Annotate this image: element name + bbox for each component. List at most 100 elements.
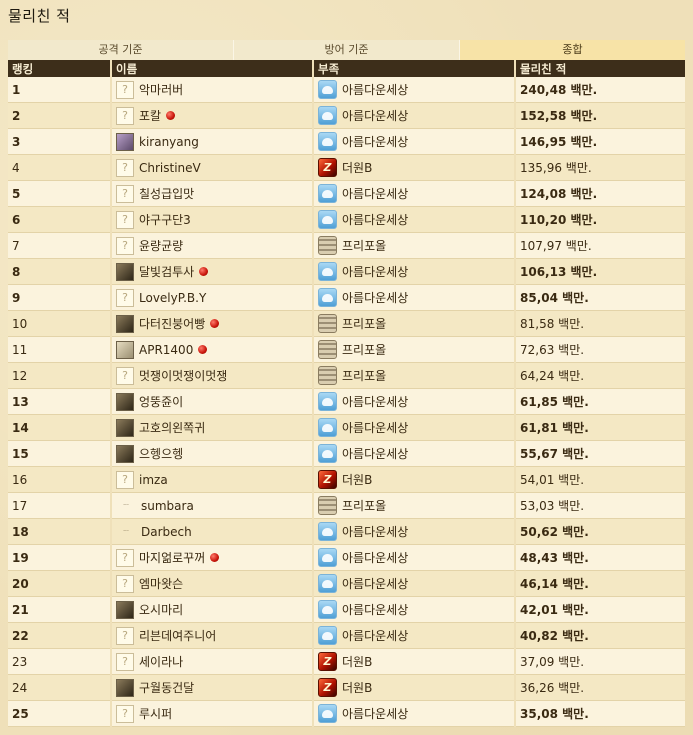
player-name-link[interactable]: 멋쟁이멋쟁이멋쟁 — [139, 367, 227, 384]
avatar[interactable] — [116, 262, 134, 281]
player-name-link[interactable]: 칠성급입맛 — [139, 185, 194, 202]
column-header-name[interactable]: 이름 — [111, 60, 314, 77]
faction-name-link[interactable]: 아름다운세상 — [342, 289, 408, 306]
faction-name-link[interactable]: 아름다운세상 — [342, 393, 408, 410]
table-row[interactable]: 25 ? 루시퍼 아름다운세상 35,08 백만. — [8, 700, 685, 727]
question-mark-icon[interactable]: ? — [116, 288, 134, 307]
question-mark-icon[interactable]: ? — [116, 470, 134, 489]
player-name-link[interactable]: Darbech — [141, 525, 192, 539]
table-row[interactable]: 17 ··· sumbara 프리포올 53,03 백만. — [8, 492, 685, 519]
table-row[interactable]: 22 ? 리븐데여주니어 아름다운세상 40,82 백만. — [8, 622, 685, 649]
faction-name-link[interactable]: 아름다운세상 — [342, 445, 408, 462]
tab-overall[interactable]: 종합 — [460, 40, 685, 60]
player-name-link[interactable]: 마지얾로꾸꺼 — [139, 549, 205, 566]
question-mark-icon[interactable]: ? — [116, 548, 134, 567]
player-name-link[interactable]: 엠마왓슨 — [139, 575, 183, 592]
player-name-link[interactable]: 포칼 — [139, 107, 161, 124]
table-row[interactable]: 18 ··· Darbech 아름다운세상 50,62 백만. — [8, 518, 685, 545]
faction-name-link[interactable]: 프리포올 — [342, 367, 386, 384]
avatar[interactable] — [116, 340, 134, 359]
player-name-link[interactable]: 오시마리 — [139, 601, 183, 618]
player-name-link[interactable]: APR1400 — [139, 343, 193, 357]
table-row[interactable]: 6 ? 야구구단3 아름다운세상 110,20 백만. — [8, 206, 685, 233]
question-mark-icon[interactable]: ? — [116, 366, 134, 385]
faction-name-link[interactable]: 프리포올 — [342, 315, 386, 332]
faction-name-link[interactable]: 아름다운세상 — [342, 575, 408, 592]
column-header-faction[interactable]: 부족 — [313, 60, 516, 77]
faction-name-link[interactable]: 아름다운세상 — [342, 627, 408, 644]
table-row[interactable]: 16 ? imza 더원B 54,01 백만. — [8, 466, 685, 493]
table-row[interactable]: 2 ? 포칼 아름다운세상 152,58 백만. — [8, 102, 685, 129]
question-mark-icon[interactable]: ? — [116, 236, 134, 255]
player-name-link[interactable]: 윤량균량 — [139, 237, 183, 254]
table-row[interactable]: 15 으헹으헹 아름다운세상 55,67 백만. — [8, 440, 685, 467]
avatar[interactable] — [116, 418, 134, 437]
avatar[interactable] — [116, 314, 134, 333]
table-row[interactable]: 4 ? ChristineV 더원B 135,96 백만. — [8, 154, 685, 181]
tab-attack[interactable]: 공격 기준 — [8, 40, 234, 60]
question-mark-icon[interactable]: ? — [116, 652, 134, 671]
player-name-link[interactable]: 달빛검투사 — [139, 263, 194, 280]
faction-name-link[interactable]: 더원B — [342, 471, 372, 488]
player-name-link[interactable]: 루시퍼 — [139, 705, 172, 722]
player-name-link[interactable]: 악마러버 — [139, 81, 183, 98]
table-row[interactable]: 19 ? 마지얾로꾸꺼 아름다운세상 48,43 백만. — [8, 544, 685, 571]
table-row[interactable]: 24 구월동건달 더원B 36,26 백만. — [8, 674, 685, 701]
player-name-link[interactable]: 엉뚱쥰이 — [139, 393, 183, 410]
table-row[interactable]: 21 오시마리 아름다운세상 42,01 백만. — [8, 596, 685, 623]
faction-name-link[interactable]: 프리포올 — [342, 497, 386, 514]
player-name-link[interactable]: ChristineV — [139, 161, 201, 175]
table-row[interactable]: 13 엉뚱쥰이 아름다운세상 61,85 백만. — [8, 388, 685, 415]
player-name-link[interactable]: 고호의왼쪽귀 — [139, 419, 205, 436]
table-row[interactable]: 10 다터진붕어빵 프리포올 81,58 백만. — [8, 310, 685, 337]
faction-name-link[interactable]: 프리포올 — [342, 237, 386, 254]
player-name-link[interactable]: sumbara — [141, 499, 194, 513]
question-mark-icon[interactable]: ? — [116, 184, 134, 203]
question-mark-icon[interactable]: ? — [116, 210, 134, 229]
player-name-link[interactable]: 야구구단3 — [139, 211, 191, 228]
player-name-link[interactable]: imza — [139, 473, 168, 487]
faction-name-link[interactable]: 프리포올 — [342, 341, 386, 358]
table-row[interactable]: 14 고호의왼쪽귀 아름다운세상 61,81 백만. — [8, 414, 685, 441]
avatar[interactable] — [116, 132, 134, 151]
faction-name-link[interactable]: 아름다운세상 — [342, 263, 408, 280]
faction-name-link[interactable]: 아름다운세상 — [342, 549, 408, 566]
avatar[interactable] — [116, 392, 134, 411]
avatar[interactable] — [116, 678, 134, 697]
question-mark-icon[interactable]: ? — [116, 626, 134, 645]
faction-name-link[interactable]: 아름다운세상 — [342, 601, 408, 618]
avatar[interactable] — [116, 600, 134, 619]
faction-name-link[interactable]: 더원B — [342, 653, 372, 670]
faction-name-link[interactable]: 아름다운세상 — [342, 185, 408, 202]
question-mark-icon[interactable]: ? — [116, 106, 134, 125]
player-name-link[interactable]: 세이라나 — [139, 653, 183, 670]
table-row[interactable]: 3 kiranyang 아름다운세상 146,95 백만. — [8, 128, 685, 155]
player-name-link[interactable]: 다터진붕어빵 — [139, 315, 205, 332]
faction-name-link[interactable]: 더원B — [342, 679, 372, 696]
tab-defense[interactable]: 방어 기준 — [234, 40, 460, 60]
table-row[interactable]: 11 APR1400 프리포올 72,63 백만. — [8, 336, 685, 363]
faction-name-link[interactable]: 아름다운세상 — [342, 419, 408, 436]
table-row[interactable]: 9 ? LovelyP.B.Y 아름다운세상 85,04 백만. — [8, 284, 685, 311]
question-mark-icon[interactable]: ? — [116, 574, 134, 593]
table-row[interactable]: 23 ? 세이라나 더원B 37,09 백만. — [8, 648, 685, 675]
table-row[interactable]: 1 ? 악마러버 아름다운세상 240,48 백만. — [8, 77, 685, 103]
faction-name-link[interactable]: 아름다운세상 — [342, 107, 408, 124]
question-mark-icon[interactable]: ? — [116, 80, 134, 99]
column-header-rank[interactable]: 랭킹 — [8, 60, 112, 77]
avatar[interactable]: ··· — [116, 523, 136, 541]
player-name-link[interactable]: 으헹으헹 — [139, 445, 183, 462]
question-mark-icon[interactable]: ? — [116, 704, 134, 723]
faction-name-link[interactable]: 아름다운세상 — [342, 133, 408, 150]
avatar[interactable]: ··· — [116, 497, 136, 515]
table-row[interactable]: 5 ? 칠성급입맛 아름다운세상 124,08 백만. — [8, 180, 685, 207]
player-name-link[interactable]: 구월동건달 — [139, 679, 194, 696]
player-name-link[interactable]: LovelyP.B.Y — [139, 291, 206, 305]
table-row[interactable]: 12 ? 멋쟁이멋쟁이멋쟁 프리포올 64,24 백만. — [8, 362, 685, 389]
faction-name-link[interactable]: 아름다운세상 — [342, 81, 408, 98]
column-header-defeated[interactable]: 물리친 적 — [515, 60, 685, 77]
faction-name-link[interactable]: 아름다운세상 — [342, 523, 408, 540]
question-mark-icon[interactable]: ? — [116, 158, 134, 177]
table-row[interactable]: 20 ? 엠마왓슨 아름다운세상 46,14 백만. — [8, 570, 685, 597]
player-name-link[interactable]: kiranyang — [139, 135, 199, 149]
